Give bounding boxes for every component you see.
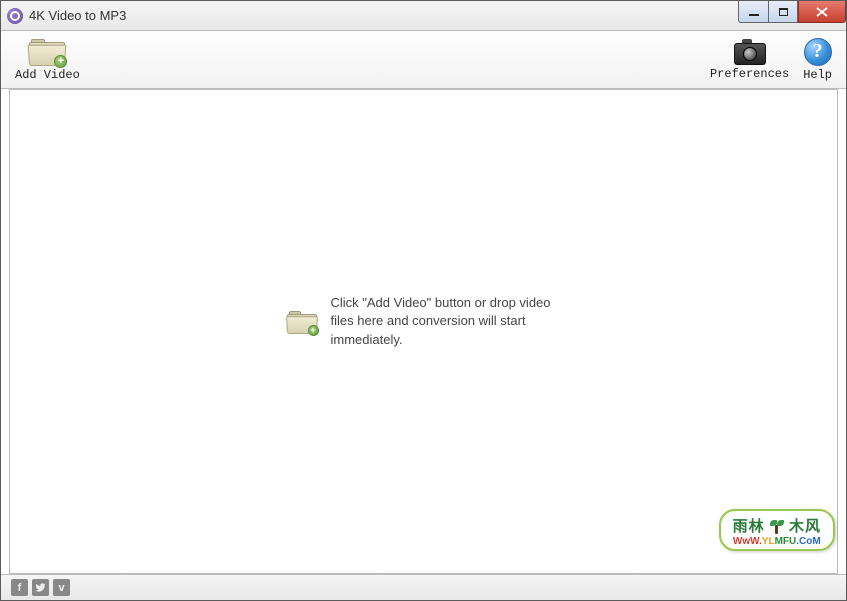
add-video-label: Add Video [15,68,80,82]
statusbar: f v [1,574,846,600]
close-button[interactable] [798,1,846,23]
drop-hint: + Click "Add Video" button or drop video… [287,294,561,349]
vimeo-icon[interactable]: v [53,579,70,596]
app-icon [7,8,23,24]
preferences-label: Preferences [710,67,789,81]
titlebar[interactable]: 4K Video to MP3 [1,1,846,31]
watermark-text-right: 木风 [789,518,821,535]
toolbar: + Add Video Preferences ? Help [1,31,846,89]
close-icon [816,7,828,17]
minimize-button[interactable] [738,1,768,23]
maximize-button[interactable] [768,1,798,23]
window-controls [738,1,846,23]
watermark-url: WwW.YLMFU.CoM [733,536,821,547]
folder-add-icon: + [287,310,317,334]
facebook-icon[interactable]: f [11,579,28,596]
camera-icon [734,39,766,65]
sprout-icon [770,520,784,534]
drop-hint-text: Click "Add Video" button or drop video f… [331,294,561,349]
watermark-text-left: 雨林 [733,518,765,535]
folder-add-icon: + [29,38,65,66]
help-icon: ? [804,38,832,66]
twitter-icon[interactable] [32,579,49,596]
add-video-button[interactable]: + Add Video [11,36,84,84]
drop-area[interactable]: + Click "Add Video" button or drop video… [9,89,838,574]
help-label: Help [803,68,832,82]
preferences-button[interactable]: Preferences [706,37,793,83]
window-title: 4K Video to MP3 [29,8,126,23]
watermark: 雨林 木风 WwW.YLMFU.CoM [719,509,835,551]
app-window: 4K Video to MP3 + Add Video Preferences … [0,0,847,601]
help-button[interactable]: ? Help [799,36,836,84]
